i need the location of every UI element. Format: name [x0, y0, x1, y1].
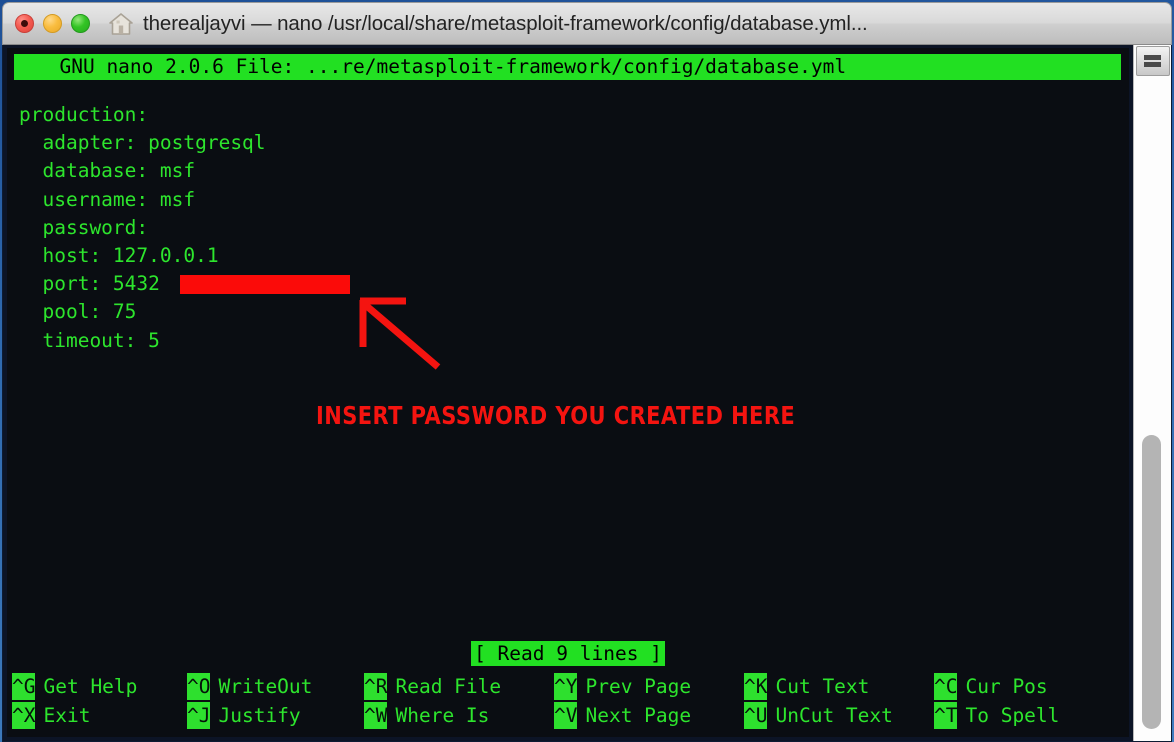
help-item-cur-pos[interactable]: ^C Cur Pos — [934, 673, 1048, 700]
help-key: ^X — [12, 702, 36, 729]
help-row-2: ^X Exit ^J Justify ^W Where Is ^V Next P… — [12, 702, 1129, 729]
help-key: ^Y — [554, 673, 578, 700]
help-item-prev-page[interactable]: ^Y Prev Page — [554, 673, 744, 700]
help-key: ^R — [364, 673, 388, 700]
help-label: To Spell — [965, 704, 1060, 727]
help-key: ^W — [364, 702, 388, 729]
status-text: [ Read 9 lines ] — [471, 641, 665, 666]
split-pane-icon-bar — [1144, 62, 1161, 67]
scrollbar[interactable] — [1133, 45, 1171, 741]
help-item-get-help[interactable]: ^G Get Help — [12, 673, 187, 700]
file-content[interactable]: production: adapter: postgresql database… — [19, 101, 266, 355]
password-redaction-block — [180, 275, 350, 294]
help-item-to-spell[interactable]: ^T To Spell — [934, 702, 1059, 729]
window-controls — [3, 14, 90, 33]
terminal-view[interactable]: GNU nano 2.0.6 File: ...re/metasploit-fr… — [3, 45, 1133, 741]
help-item-read-file[interactable]: ^R Read File — [364, 673, 554, 700]
help-label: Exit — [43, 704, 91, 727]
help-key: ^J — [187, 702, 211, 729]
nano-status-line: [ Read 9 lines ] — [7, 640, 1129, 668]
help-key: ^U — [744, 702, 768, 729]
annotation-caption: INSERT PASSWORD YOU CREATED HERE — [316, 401, 796, 430]
help-label: Where Is — [395, 704, 490, 727]
maximize-button[interactable] — [71, 14, 90, 33]
help-key: ^C — [934, 673, 958, 700]
split-pane-icon-bar — [1144, 55, 1161, 60]
help-key: ^V — [554, 702, 578, 729]
help-item-cut-text[interactable]: ^K Cut Text — [744, 673, 934, 700]
scroll-thumb[interactable] — [1142, 435, 1161, 729]
help-label: WriteOut — [218, 675, 313, 698]
help-label: UnCut Text — [775, 704, 893, 727]
nano-help-bar: ^G Get Help ^O WriteOut ^R Read File ^Y … — [12, 673, 1129, 729]
window-body: GNU nano 2.0.6 File: ...re/metasploit-fr… — [2, 45, 1172, 742]
window-titlebar[interactable]: therealjayvi — nano /usr/local/share/met… — [2, 2, 1172, 45]
minimize-button[interactable] — [43, 14, 62, 33]
help-label: Read File — [395, 675, 502, 698]
close-button[interactable] — [15, 14, 34, 33]
help-item-justify[interactable]: ^J Justify — [187, 702, 364, 729]
help-item-exit[interactable]: ^X Exit — [12, 702, 187, 729]
help-label: Get Help — [43, 675, 138, 698]
help-label: Justify — [218, 704, 301, 727]
help-key: ^K — [744, 673, 768, 700]
home-icon — [108, 12, 134, 36]
help-label: Next Page — [585, 704, 692, 727]
help-label: Prev Page — [585, 675, 692, 698]
help-row-1: ^G Get Help ^O WriteOut ^R Read File ^Y … — [12, 673, 1129, 700]
help-item-next-page[interactable]: ^V Next Page — [554, 702, 744, 729]
annotation-arrow — [359, 297, 441, 370]
terminal-window: therealjayvi — nano /usr/local/share/met… — [2, 2, 1172, 742]
nano-title-bar: GNU nano 2.0.6 File: ...re/metasploit-fr… — [14, 54, 1121, 80]
help-key: ^O — [187, 673, 211, 700]
help-item-writeout[interactable]: ^O WriteOut — [187, 673, 364, 700]
help-label: Cur Pos — [965, 675, 1048, 698]
help-key: ^G — [12, 673, 36, 700]
help-item-where-is[interactable]: ^W Where Is — [364, 702, 554, 729]
help-key: ^T — [934, 702, 958, 729]
help-item-uncut-text[interactable]: ^U UnCut Text — [744, 702, 934, 729]
scroll-track[interactable] — [1134, 76, 1171, 741]
window-title: therealjayvi — nano /usr/local/share/met… — [143, 11, 868, 35]
help-label: Cut Text — [775, 675, 870, 698]
split-pane-button[interactable] — [1135, 46, 1170, 76]
